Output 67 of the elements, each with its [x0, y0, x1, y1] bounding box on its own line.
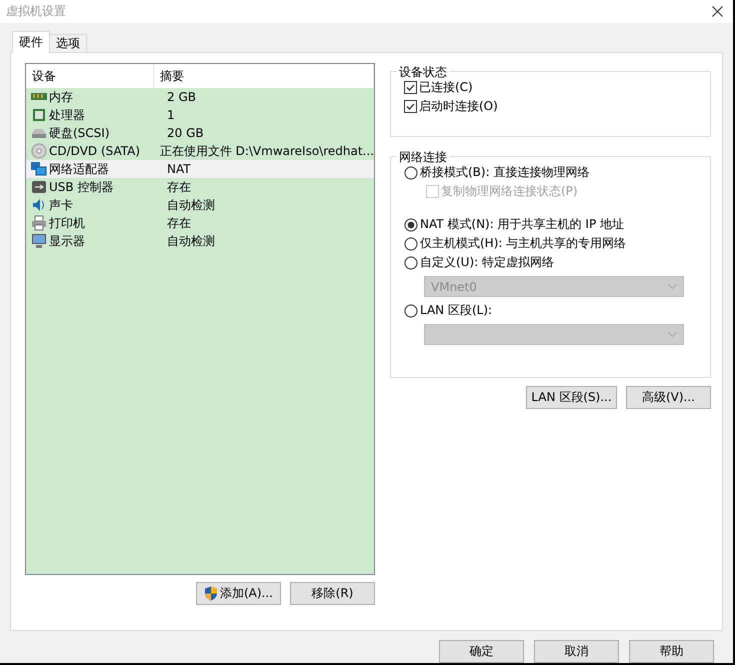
network-icon — [31, 161, 47, 177]
chevron-down-icon — [668, 284, 677, 289]
device-summary: 自动检测 — [166, 196, 215, 214]
device-name: 打印机 — [49, 214, 85, 232]
window-title: 虚拟机设置 — [6, 3, 66, 20]
device-row[interactable]: 打印机 存在 — [26, 214, 374, 232]
device-row[interactable]: 显示器 自动检测 — [26, 232, 374, 250]
radio-label: 桥接模式(B): 直接连接物理网络 — [420, 164, 590, 181]
device-summary: 自动检测 — [166, 232, 215, 250]
device-name: 硬盘(SCSI) — [49, 124, 110, 142]
device-summary: 存在 — [166, 214, 191, 232]
checkbox-label: 启动时连接(O) — [419, 98, 498, 115]
device-name: 显示器 — [49, 232, 85, 250]
tab[interactable]: 硬件 — [12, 31, 50, 53]
device-row[interactable]: USB 控制器 存在 — [26, 178, 374, 196]
close-icon[interactable] — [712, 6, 723, 17]
radio-button[interactable] — [404, 256, 418, 270]
device-row[interactable]: 网络适配器 NAT — [26, 160, 374, 178]
radio-label: 仅主机模式(H): 与主机共享的专用网络 — [420, 235, 626, 252]
monitor-icon — [31, 233, 47, 249]
device-name: CD/DVD (SATA) — [49, 144, 140, 158]
dialog-button[interactable]: 确定 — [439, 640, 524, 663]
checkbox[interactable] — [404, 81, 417, 94]
remove-button[interactable]: 移除(R) — [290, 582, 375, 605]
chip-icon — [31, 107, 47, 123]
advanced-button[interactable]: 高级(V)... — [626, 386, 711, 409]
radio-button[interactable] — [404, 166, 418, 180]
speaker-icon — [31, 197, 47, 213]
device-row[interactable]: 声卡 自动检测 — [26, 196, 374, 214]
add-button[interactable]: 添加(A)... — [196, 582, 281, 605]
tab[interactable]: 选项 — [49, 34, 87, 53]
checkbox-label: 复制物理网络连接状态(P) — [441, 183, 578, 200]
printer-icon — [31, 215, 47, 231]
column-header[interactable]: 设备 — [26, 64, 154, 88]
radio-button[interactable] — [404, 236, 418, 250]
radio-label: NAT 模式(N): 用于共享主机的 IP 地址 — [420, 216, 624, 233]
column-header[interactable]: 摘要 — [154, 64, 374, 88]
device-summary: 2 GB — [166, 90, 196, 104]
device-summary: 20 GB — [166, 126, 204, 140]
checkbox[interactable] — [404, 100, 417, 113]
chevron-down-icon — [668, 332, 677, 337]
device-row[interactable]: CD/DVD (SATA) 正在使用文件 D:\VmwareIso\redhat... — [26, 142, 374, 160]
group-title: 网络连接 — [397, 149, 449, 166]
device-row[interactable]: 内存 2 GB — [26, 88, 374, 106]
dialog-button[interactable]: 取消 — [534, 640, 619, 663]
disc-icon — [31, 143, 47, 159]
dropdown-value: VMnet0 — [431, 280, 477, 294]
device-summary: 1 — [166, 108, 175, 122]
device-name: 声卡 — [49, 196, 73, 214]
radio-button[interactable] — [404, 304, 418, 318]
radio-button[interactable] — [404, 218, 418, 232]
checkbox-label: 已连接(C) — [419, 79, 473, 96]
device-name: 处理器 — [49, 106, 85, 124]
lan-segments-button[interactable]: LAN 区段(S)... — [526, 386, 617, 409]
device-summary: 正在使用文件 D:\VmwareIso\redhat... — [158, 142, 374, 160]
device-summary: NAT — [166, 162, 191, 176]
device-row[interactable]: 处理器 1 — [26, 106, 374, 124]
radio-label: LAN 区段(L): — [420, 302, 492, 319]
device-name: USB 控制器 — [49, 178, 114, 196]
group-title: 设备状态 — [397, 64, 449, 81]
device-name: 内存 — [49, 88, 73, 106]
device-row[interactable]: 硬盘(SCSI) 20 GB — [26, 124, 374, 142]
device-name: 网络适配器 — [49, 160, 109, 178]
shield-icon — [204, 586, 218, 601]
radio-label: 自定义(U): 特定虚拟网络 — [420, 254, 554, 271]
dialog-button[interactable]: 帮助 — [629, 640, 714, 663]
device-summary: 存在 — [166, 178, 191, 196]
